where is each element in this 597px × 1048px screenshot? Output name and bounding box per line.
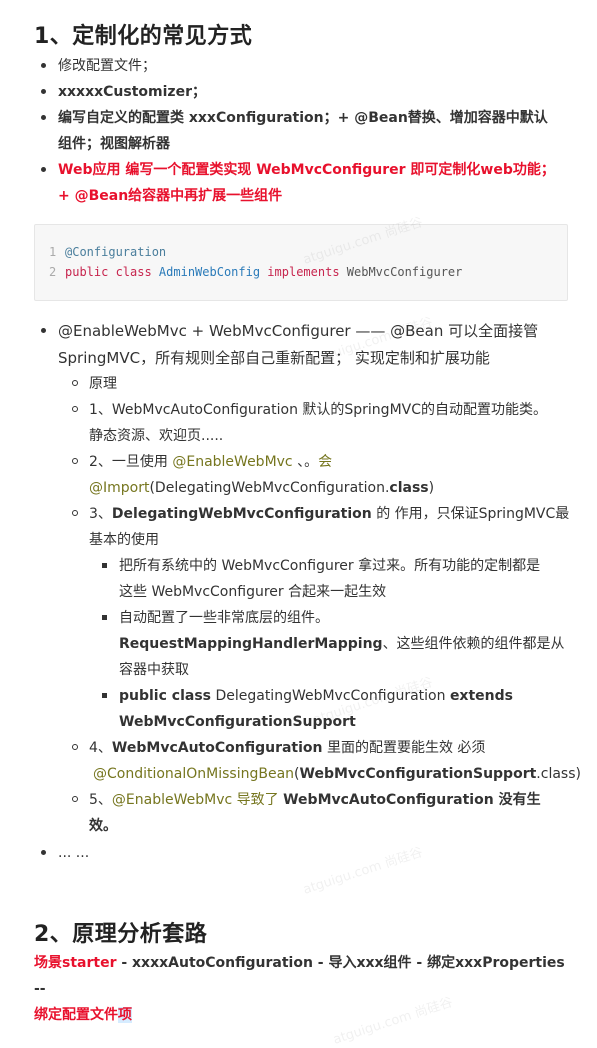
list-item: ... ... bbox=[41, 840, 578, 866]
section-title-customization: 1、定制化的常见方式 bbox=[34, 24, 253, 49]
list-item-text: 3、 bbox=[89, 506, 112, 522]
bold-text: class bbox=[389, 480, 429, 496]
code-class-name: AdminWebConfig bbox=[158, 265, 261, 279]
bold-text: WebMvcConfigurationSupport bbox=[299, 766, 537, 782]
list-item: 3、DelegatingWebMvcConfiguration 的 作用，只保证… bbox=[72, 501, 574, 553]
list-item-text: 2、一旦使用 bbox=[89, 454, 173, 470]
annotation-text: @ConditionalOnMissingBean bbox=[93, 766, 295, 782]
line-number: 2 bbox=[49, 265, 57, 279]
bold-text: extends bbox=[449, 688, 513, 704]
list-item-text: (DelegatingWebMvcConfiguration. bbox=[149, 480, 390, 496]
list-item-text: + @Bean给容器中再扩展一些组件 bbox=[58, 188, 283, 204]
list-item: xxxxxCustomizer； bbox=[41, 79, 578, 105]
list-item-text: .class bbox=[536, 766, 576, 782]
list-item-text: @EnableWebMvc + WebMvcConfigurer —— @Bea… bbox=[58, 322, 539, 340]
bold-text: 效。 bbox=[89, 818, 117, 834]
list-item-text: ... ... bbox=[58, 845, 90, 861]
list-item-text: 组件；视图解析器 bbox=[58, 136, 170, 152]
list-item: 把所有系统中的 WebMvcConfigurer 拿过来。所有功能的定制都是 这… bbox=[102, 553, 574, 605]
list-item-text: 基本的使用 bbox=[89, 532, 159, 548]
code-line: @Configuration bbox=[65, 245, 167, 259]
list-item-text: 5、 bbox=[89, 792, 112, 808]
list-item: 2、一旦使用 @EnableWebMvc 、。会 @Import(Delegat… bbox=[72, 449, 574, 501]
list-item-text: 的 作用，只保证SpringMVC最 bbox=[371, 506, 570, 522]
analysis-routine: 场景starter - xxxxAutoConfiguration - 导入xx… bbox=[34, 950, 574, 1028]
list-item: 修改配置文件； bbox=[41, 53, 578, 79]
list-item-text: 编写自定义的配置类 xxxConfiguration；+ @Bean替换、增加容… bbox=[58, 110, 548, 126]
list-item-text: Web应用 编写一个配置类实现 WebMvcConfigurer 即可定制化we… bbox=[58, 162, 555, 178]
code-keyword: implements bbox=[260, 265, 347, 279]
line-number: 1 bbox=[49, 245, 57, 259]
list-item: 4、WebMvcAutoConfiguration 里面的配置要能生效 必须 @… bbox=[72, 735, 581, 787]
list-item-text: 、这些组件依赖的组件都是从 bbox=[382, 636, 565, 652]
list-item-text: 静态资源、欢迎页..... bbox=[89, 428, 224, 444]
list-item: 编写自定义的配置类 xxxConfiguration；+ @Bean替换、增加容… bbox=[41, 105, 578, 157]
principle-list: 原理 1、WebMvcAutoConfiguration 默认的SpringMV… bbox=[72, 371, 574, 553]
list-item: 原理 bbox=[72, 371, 574, 397]
selected-text[interactable]: 项 bbox=[118, 1007, 132, 1023]
bold-text: 没有生 bbox=[493, 792, 541, 808]
ellipsis-list: ... ... bbox=[41, 840, 578, 866]
list-item-text: 修改配置文件； bbox=[58, 58, 156, 74]
list-item: Web应用 编写一个配置类实现 WebMvcConfigurer 即可定制化we… bbox=[41, 157, 578, 209]
highlight-text: 场景starter bbox=[34, 955, 117, 971]
list-item: 5、@EnableWebMvc 导致了 WebMvcAutoConfigurat… bbox=[72, 787, 574, 839]
code-keyword: public class bbox=[65, 265, 159, 279]
principle-list-continued: 4、WebMvcAutoConfiguration 里面的配置要能生效 必须 @… bbox=[72, 735, 581, 839]
list-item-text: 会 bbox=[318, 454, 333, 470]
list-item-text: xxxxxCustomizer； bbox=[58, 84, 206, 100]
bold-text: RequestMappingHandlerMapping bbox=[119, 636, 383, 652]
bold-text: DelegatingWebMvcConfiguration bbox=[111, 506, 372, 522]
list-item-text: 容器中获取 bbox=[119, 662, 189, 678]
list-item-text: 这些 WebMvcConfigurer 合起来一起生效 bbox=[119, 584, 387, 600]
highlight-text: 绑定配置文件 bbox=[34, 1007, 118, 1023]
list-item-text: 自动配置了一些非常底层的组件。 bbox=[119, 610, 329, 626]
list-item: 自动配置了一些非常底层的组件。 RequestMappingHandlerMap… bbox=[102, 605, 574, 683]
annotation-text: @EnableWebMvc bbox=[111, 792, 233, 808]
list-item-text: 把所有系统中的 WebMvcConfigurer 拿过来。所有功能的定制都是 bbox=[119, 558, 541, 574]
code-block: 1 2 @Configuration public class AdminWeb… bbox=[34, 224, 568, 301]
list-item-text: ) bbox=[575, 766, 581, 782]
annotation-text: @Import bbox=[89, 480, 150, 496]
list-item-text: 导致了 bbox=[232, 792, 284, 808]
list-item-text: 1、WebMvcAutoConfiguration 默认的SpringMVC的自… bbox=[89, 402, 548, 418]
code-interface-name: WebMvcConfigurer bbox=[346, 265, 463, 279]
list-item-text: 、。 bbox=[292, 454, 319, 470]
code-line: public class AdminWebConfig implements W… bbox=[65, 265, 462, 279]
section-title-analysis: 2、原理分析套路 bbox=[34, 922, 208, 947]
bold-text: WebMvcAutoConfiguration bbox=[111, 740, 323, 756]
bold-text: WebMvcAutoConfiguration bbox=[283, 792, 494, 808]
list-item-text: 原理 bbox=[89, 376, 117, 392]
document-page: 1、定制化的常见方式 修改配置文件； xxxxxCustomizer； 编写自定… bbox=[0, 0, 597, 1048]
list-item: 1、WebMvcAutoConfiguration 默认的SpringMVC的自… bbox=[72, 397, 574, 449]
customization-list: 修改配置文件； xxxxxCustomizer； 编写自定义的配置类 xxxCo… bbox=[41, 53, 578, 209]
list-item-text: ) bbox=[428, 480, 435, 496]
list-item-text: 4、 bbox=[89, 740, 112, 756]
annotation-text: @EnableWebMvc bbox=[172, 454, 293, 470]
bold-text: public class bbox=[119, 688, 211, 704]
list-item-text: 里面的配置要能生效 必须 bbox=[322, 740, 486, 756]
